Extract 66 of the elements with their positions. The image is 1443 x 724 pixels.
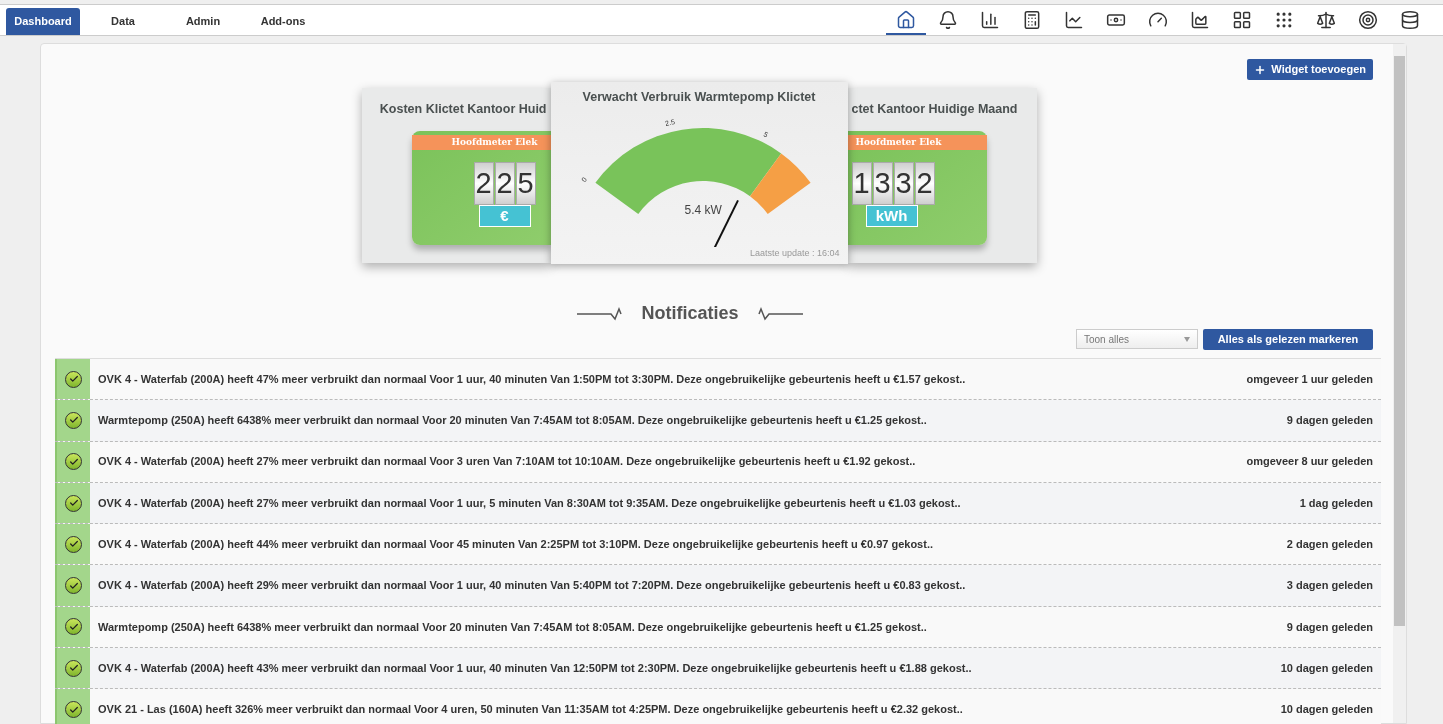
- counter-digit: 2: [494, 161, 515, 205]
- caret-icon: [1184, 336, 1190, 342]
- widget-title: Verwacht Verbruik Warmtepomp Klictet: [582, 89, 816, 106]
- filter-select[interactable]: Toon alles: [1076, 329, 1198, 349]
- notification-time: 9 dagen geleden: [1286, 413, 1373, 429]
- mark-all-read-button[interactable]: Alles als gelezen markeren: [1203, 329, 1373, 350]
- counter-digit: 1: [851, 161, 872, 205]
- update-time: Laatste update : 16:04: [749, 246, 841, 260]
- notification-time: omgeveer 1 uur geleden: [1246, 371, 1373, 387]
- home-icon: [896, 10, 916, 30]
- gauge-icon: [1148, 10, 1168, 30]
- notification-message: OVK 4 - Waterfab (200A) heeft 27% meer verbruikt dan normaal Voor 1 uur, 5 minuten Van 8:30AM tot 9:35AM. Deze ongebruikelijke gebeurtenis heeft u €1.03 gekost..: [98, 495, 961, 511]
- notification-time: 10 dagen geleden: [1280, 660, 1373, 676]
- nav-tab[interactable]: Dashboard: [6, 8, 80, 35]
- bar-chart-icon: [980, 10, 1000, 30]
- area-chart-icon: [1190, 10, 1210, 30]
- dots-grid-icon: [1274, 10, 1294, 30]
- nav-tab[interactable]: Add-ons: [246, 8, 320, 35]
- section-title: Notificaties: [641, 302, 739, 325]
- add-widget-button[interactable]: Widget toevoegen: [1247, 59, 1373, 80]
- notification-message: Warmtepomp (250A) heeft 6438% meer verbruikt dan normaal Voor 20 minuten Van 7:45AM tot 8:05AM. Deze ongebruikelijke gebeurtenis heeft u €1.25 gekost..: [98, 619, 927, 635]
- meter-label: Hoofdmeter Elek: [411, 134, 551, 150]
- notification-time: 2 dagen geleden: [1286, 537, 1373, 553]
- notification-message: OVK 4 - Waterfab (200A) heeft 44% meer verbruikt dan normaal Voor 45 minuten Van 2:25PM tot 3:10PM. Deze ongebruikelijke gebeurtenis heeft u €0.97 gekost..: [98, 537, 934, 553]
- counter-digit: 5: [515, 161, 536, 205]
- plus-icon: [1254, 63, 1267, 76]
- counter-digit: 3: [893, 161, 914, 205]
- widget-title: ctet Kantoor Huidige Maand: [850, 101, 1018, 118]
- notification-row[interactable]: OVK 21 - Las (160A) heeft 326% meer verbruikt dan normaal Voor 4 uren, 50 minuten Van 11:35AM tot 4:25PM. Deze ongebruikelijke gebeurtenis heeft u €2.32 gekost.. 10 dagen geleden: [55, 689, 1381, 724]
- notification-time: omgeveer 8 uur geleden: [1246, 454, 1373, 470]
- notification-message: OVK 4 - Waterfab (200A) heeft 43% meer verbruikt dan normaal Voor 1 uur, 40 minuten Van 12:50PM tot 2:30PM. Deze ongebruikelijke gebeurtenis heeft u €1.88 gekost..: [98, 660, 972, 676]
- notification-message: Warmtepomp (250A) heeft 6438% meer verbruikt dan normaal Voor 20 minuten Van 7:45AM tot 8:05AM. Deze ongebruikelijke gebeurtenis heeft u €1.25 gekost..: [98, 413, 927, 429]
- notification-row[interactable]: OVK 4 - Waterfab (200A) heeft 27% meer verbruikt dan normaal Voor 1 uur, 5 minuten Van 8:30AM tot 9:35AM. Deze ongebruikelijke gebeurtenis heeft u €1.03 gekost.. 1 dag geleden: [55, 482, 1381, 525]
- bell-icon: [938, 10, 958, 30]
- notification-message: OVK 4 - Waterfab (200A) heeft 27% meer verbruikt dan normaal Voor 3 uren Van 7:10AM tot 10:10AM. Deze ongebruikelijke gebeurtenis heeft u €1.92 gekost..: [98, 454, 916, 470]
- notification-row[interactable]: Warmtepomp (250A) heeft 6438% meer verbruikt dan normaal Voor 20 minuten Van 7:45AM tot 8:05AM. Deze ongebruikelijke gebeurtenis heeft u €1.25 gekost.. 9 dagen geleden: [55, 400, 1381, 442]
- notification-row[interactable]: OVK 4 - Waterfab (200A) heeft 43% meer verbruikt dan normaal Voor 1 uur, 40 minuten Van 12:50PM tot 2:30PM. Deze ongebruikelijke gebeurtenis heeft u €1.88 gekost.. 10 dagen geleden: [55, 648, 1381, 690]
- notification-time: 10 dagen geleden: [1280, 702, 1373, 718]
- notification-row[interactable]: OVK 4 - Waterfab (200A) heeft 47% meer verbruikt dan normaal Voor 1 uur, 40 minuten Van 1:50PM tot 3:30PM. Deze ongebruikelijke gebeurtenis heeft u €1.57 gekost.. omgeveer 1 uur geleden: [55, 359, 1381, 401]
- counter-digit: 3: [872, 161, 893, 205]
- database-icon: [1400, 10, 1420, 30]
- notification-row[interactable]: OVK 4 - Waterfab (200A) heeft 27% meer verbruikt dan normaal Voor 3 uren Van 7:10AM tot 10:10AM. Deze ongebruikelijke gebeurtenis heeft u €1.92 gekost.. omgeveer 8 uur geleden: [55, 441, 1381, 483]
- notification-time: 3 dagen geleden: [1286, 578, 1373, 594]
- target-icon: [1358, 10, 1378, 30]
- scrollbar[interactable]: [1393, 44, 1406, 723]
- notification-row[interactable]: Warmtepomp (250A) heeft 6438% meer verbruikt dan normaal Voor 20 minuten Van 7:45AM tot 8:05AM. Deze ongebruikelijke gebeurtenis heeft u €1.25 gekost.. 9 dagen geleden: [55, 606, 1381, 649]
- notification-message: OVK 21 - Las (160A) heeft 326% meer verbruikt dan normaal Voor 4 uren, 50 minuten Van 11:35AM tot 4:25PM. Deze ongebruikelijke gebeurtenis heeft u €2.32 gekost..: [98, 702, 963, 718]
- nav-tab[interactable]: Admin: [166, 8, 240, 35]
- notification-time: 1 dag geleden: [1299, 495, 1373, 511]
- nav-tab[interactable]: Data: [86, 8, 160, 35]
- line-chart-icon: [1064, 10, 1084, 30]
- notification-time: 9 dagen geleden: [1286, 619, 1373, 635]
- widget-title: Kosten Klictet Kantoor Huid: [379, 101, 548, 118]
- grid-icon: [1232, 10, 1252, 30]
- notification-message: OVK 4 - Waterfab (200A) heeft 29% meer verbruikt dan normaal Voor 1 uur, 40 minuten Van 5:40PM tot 7:20PM. Deze ongebruikelijke gebeurtenis heeft u €0.83 gekost..: [98, 578, 966, 594]
- unit-badge: €: [478, 204, 531, 227]
- notification-row[interactable]: OVK 4 - Waterfab (200A) heeft 44% meer verbruikt dan normaal Voor 45 minuten Van 2:25PM tot 3:10PM. Deze ongebruikelijke gebeurtenis heeft u €0.97 gekost.. 2 dagen geleden: [55, 524, 1381, 566]
- unit-badge: kWh: [865, 204, 918, 227]
- gauge-value: 5.4 kW: [684, 201, 722, 219]
- calculator-icon: [1022, 10, 1042, 30]
- counter-digit: 2: [914, 161, 935, 205]
- notification-row[interactable]: OVK 4 - Waterfab (200A) heeft 29% meer verbruikt dan normaal Voor 1 uur, 40 minuten Van 5:40PM tot 7:20PM. Deze ongebruikelijke gebeurtenis heeft u €0.83 gekost.. 3 dagen geleden: [55, 565, 1381, 607]
- scale-icon: [1316, 10, 1336, 30]
- counter-digit: 2: [473, 161, 494, 205]
- notification-message: OVK 4 - Waterfab (200A) heeft 47% meer verbruikt dan normaal Voor 1 uur, 40 minuten Van 1:50PM tot 3:30PM. Deze ongebruikelijke gebeurtenis heeft u €1.57 gekost..: [98, 371, 966, 387]
- meter-label: Hoofdmeter Elek: [847, 134, 987, 150]
